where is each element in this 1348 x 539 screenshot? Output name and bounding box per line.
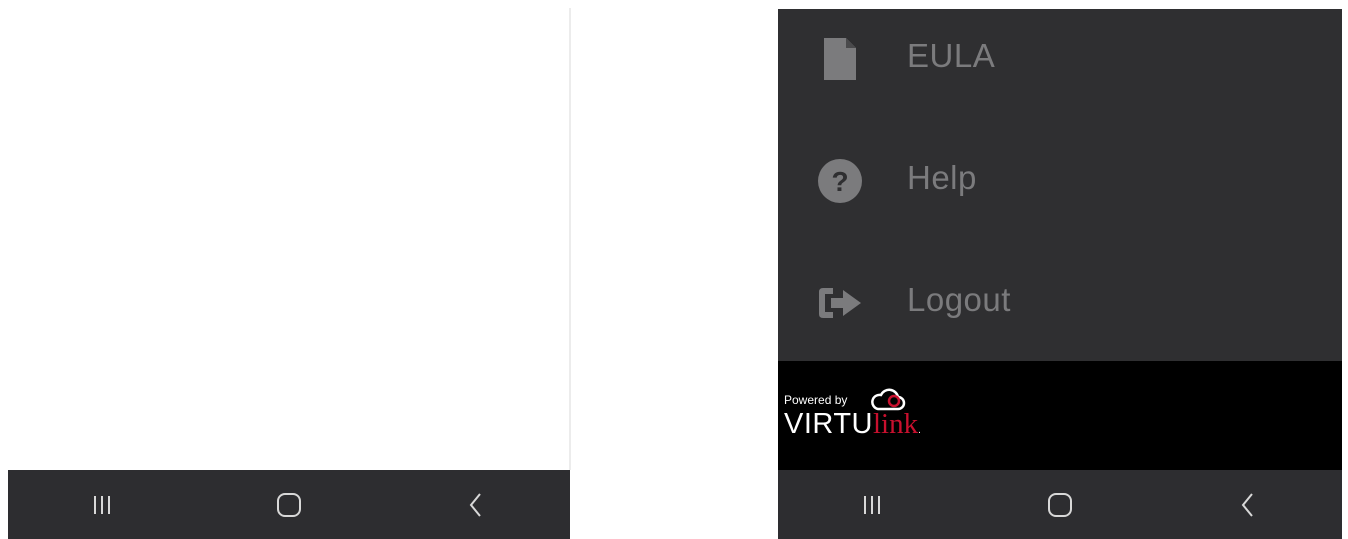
menu-item-label: EULA [907, 37, 996, 74]
menu-item-help[interactable]: ? Help [778, 131, 1342, 231]
brand-mark: . [918, 425, 921, 436]
back-button[interactable] [436, 470, 516, 539]
drawer-footer: Powered by VIRTUlink. [778, 361, 1342, 470]
right-system-navbar [778, 470, 1342, 539]
powered-by-text: Powered by [784, 393, 848, 407]
menu-item-logout[interactable]: Logout [778, 253, 1342, 353]
recents-button[interactable] [832, 470, 912, 539]
svg-text:?: ? [831, 166, 848, 197]
home-button[interactable] [249, 470, 329, 539]
document-icon [814, 34, 866, 84]
home-icon [1047, 492, 1073, 518]
recents-icon [91, 494, 113, 516]
back-icon [466, 491, 486, 519]
left-system-navbar [8, 470, 570, 539]
recents-button[interactable] [62, 470, 142, 539]
left-screen-content [8, 8, 569, 470]
screen-divider [569, 8, 571, 470]
logout-icon [814, 278, 866, 328]
brand-primary-text: VIRTU [784, 408, 873, 440]
navigation-drawer: EULA ? Help Logout [778, 9, 1342, 361]
back-icon [1238, 491, 1258, 519]
menu-item-label: Help [907, 159, 977, 196]
menu-item-label: Logout [907, 281, 1011, 318]
brand-secondary-text: link [872, 408, 919, 440]
help-circle-icon: ? [814, 156, 866, 206]
menu-item-eula[interactable]: EULA [778, 9, 1342, 109]
home-icon [276, 492, 302, 518]
virtulink-logo: VIRTUlink. [784, 408, 921, 441]
back-button[interactable] [1208, 470, 1288, 539]
home-button[interactable] [1020, 470, 1100, 539]
recents-icon [861, 494, 883, 516]
